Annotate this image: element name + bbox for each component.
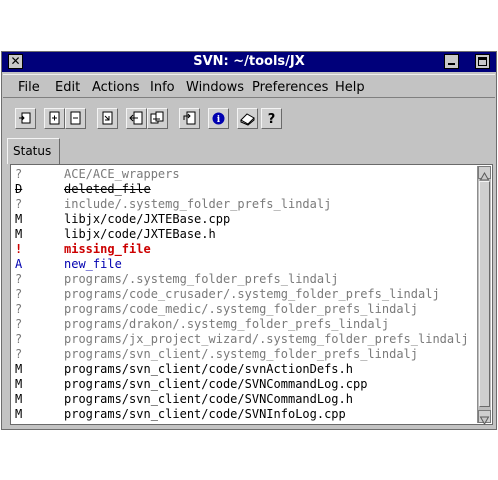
title-bar[interactable]: ✕ SVN: ~/tools/JX (2, 52, 496, 72)
status-code: ? (15, 287, 23, 301)
file-path: programs/jx_project_wizard/.systemg_fold… (64, 332, 469, 346)
window-title: SVN: ~/tools/JX (193, 54, 305, 69)
menu-help[interactable]: Help (335, 80, 365, 95)
file-path: include/.systemg_folder_prefs_lindalj (64, 197, 332, 211)
remove-icon (70, 111, 81, 125)
status-list: ? ACE/ACE_wrappers Ddeleted_file? include/.… (15, 167, 470, 422)
status-code: ? (15, 167, 23, 181)
menu-bar: File Edit Actions Info Windows Preferenc… (3, 74, 495, 98)
info-button[interactable]: i (208, 108, 229, 129)
status-row[interactable]: Mprograms/svn_client/code/svnActionDefs.… (15, 362, 470, 377)
remove-button[interactable] (65, 108, 86, 129)
menu-edit[interactable]: Edit (55, 80, 80, 95)
status-code: M (15, 212, 23, 226)
file-path: programs/svn_client/code/SVNInfoLog.cpp (64, 407, 346, 421)
file-path: deleted_file (64, 182, 151, 196)
documentation-button[interactable] (237, 108, 258, 129)
file-path: missing_file (64, 242, 151, 256)
status-row[interactable]: ? programs/code_medic/.systemg_folder_pre… (15, 302, 470, 317)
resolve-icon (102, 111, 113, 125)
scroll-up-button[interactable] (478, 166, 491, 181)
status-row[interactable]: Anew_file (15, 257, 470, 272)
status-row[interactable]: Mprograms/svn_client/code/SVNCommandLog.… (15, 392, 470, 407)
status-row[interactable]: Ddeleted_file (15, 182, 470, 197)
status-code: M (15, 227, 23, 241)
svg-text:i: i (217, 115, 221, 125)
commit-button[interactable] (147, 108, 168, 129)
add-button[interactable] (44, 108, 65, 129)
update-button[interactable] (15, 108, 36, 129)
add-icon (49, 111, 60, 125)
status-row[interactable]: ? programs/svn_client/.systemg_folder_pre… (15, 347, 470, 362)
status-code: M (15, 392, 23, 406)
menu-actions[interactable]: Actions (92, 80, 140, 95)
menu-info[interactable]: Info (150, 80, 175, 95)
maximize-icon[interactable] (475, 54, 490, 69)
status-row[interactable]: ! missing_file (15, 242, 470, 257)
tab-status[interactable]: Status (7, 138, 60, 164)
status-code: ? (15, 347, 23, 361)
status-row[interactable]: ? programs/.systemg_folder_prefs_lindalj (15, 272, 470, 287)
minimize-icon[interactable] (444, 54, 459, 69)
status-row[interactable]: Mprograms/svn_client/code/SVNCommandLog.… (15, 377, 470, 392)
status-code: ? (15, 332, 23, 346)
svn-window: ✕ SVN: ~/tools/JX File Edit Actions Info… (1, 51, 497, 430)
status-code: ? (15, 197, 23, 211)
refresh-icon (183, 111, 196, 125)
commit-icon (150, 111, 164, 124)
status-code: A (15, 257, 23, 271)
file-path: ACE/ACE_wrappers (64, 167, 180, 181)
menu-preferences[interactable]: Preferences (252, 80, 328, 95)
revert-icon (129, 111, 143, 125)
status-code: M (15, 377, 23, 391)
status-row[interactable]: ? programs/code_crusader/.systemg_folder_… (15, 287, 470, 302)
update-icon (19, 112, 31, 124)
file-path: new_file (64, 257, 122, 271)
svg-text:?: ? (268, 112, 276, 126)
status-row[interactable]: ? programs/drakon/.systemg_folder_prefs_l… (15, 317, 470, 332)
file-path: libjx/code/JXTEBase.h (64, 227, 216, 241)
file-path: programs/code_crusader/.systemg_folder_p… (64, 287, 440, 301)
file-path: programs/svn_client/code/svnActionDefs.h (64, 362, 353, 376)
scroll-down-button[interactable] (478, 410, 491, 426)
file-path: programs/code_medic/.systemg_folder_pref… (64, 302, 419, 316)
status-row[interactable]: Mlibjx/code/JXTEBase.h (15, 227, 470, 242)
status-code: M (15, 407, 23, 421)
arrow-down-icon (479, 416, 490, 426)
status-code: D (15, 182, 23, 196)
toolbar: i ? (3, 100, 495, 133)
refresh-button[interactable] (179, 108, 200, 129)
status-code: ! (15, 242, 23, 256)
status-row[interactable]: ? ACE/ACE_wrappers (15, 167, 470, 182)
help-icon: ? (268, 112, 276, 126)
menu-file[interactable]: File (18, 80, 40, 95)
file-path: programs/svn_client/code/SVNCommandLog.h (64, 392, 353, 406)
revert-button[interactable] (126, 108, 147, 129)
status-code: ? (15, 317, 23, 331)
vertical-scrollbar[interactable] (477, 166, 491, 426)
status-row[interactable]: ? include/.systemg_folder_prefs_lindalj (15, 197, 470, 212)
status-row[interactable]: ? programs/jx_project_wizard/.systemg_fol… (15, 332, 470, 347)
resolve-button[interactable] (97, 108, 118, 129)
status-code: ? (15, 272, 23, 286)
file-path: programs/svn_client/.systemg_folder_pref… (64, 347, 419, 361)
status-panel: ? ACE/ACE_wrappers Ddeleted_file? include/.… (10, 164, 493, 426)
help-button[interactable]: ? (261, 108, 282, 129)
menu-windows[interactable]: Windows (186, 80, 244, 95)
documentation-icon (240, 113, 255, 126)
file-path: programs/.systemg_folder_prefs_lindalj (64, 272, 339, 286)
status-row[interactable]: Mprograms/svn_client/code/SVNInfoLog.cpp (15, 407, 470, 422)
file-path: programs/drakon/.systemg_folder_prefs_li… (64, 317, 390, 331)
status-row[interactable]: Mlibjx/code/JXTEBase.cpp (15, 212, 470, 227)
info-icon: i (212, 112, 225, 125)
scroll-thumb[interactable] (479, 181, 490, 407)
status-code: ? (15, 302, 23, 316)
file-path: libjx/code/JXTEBase.cpp (64, 212, 231, 226)
file-path: programs/svn_client/code/SVNCommandLog.c… (64, 377, 368, 391)
status-code: M (15, 362, 23, 376)
